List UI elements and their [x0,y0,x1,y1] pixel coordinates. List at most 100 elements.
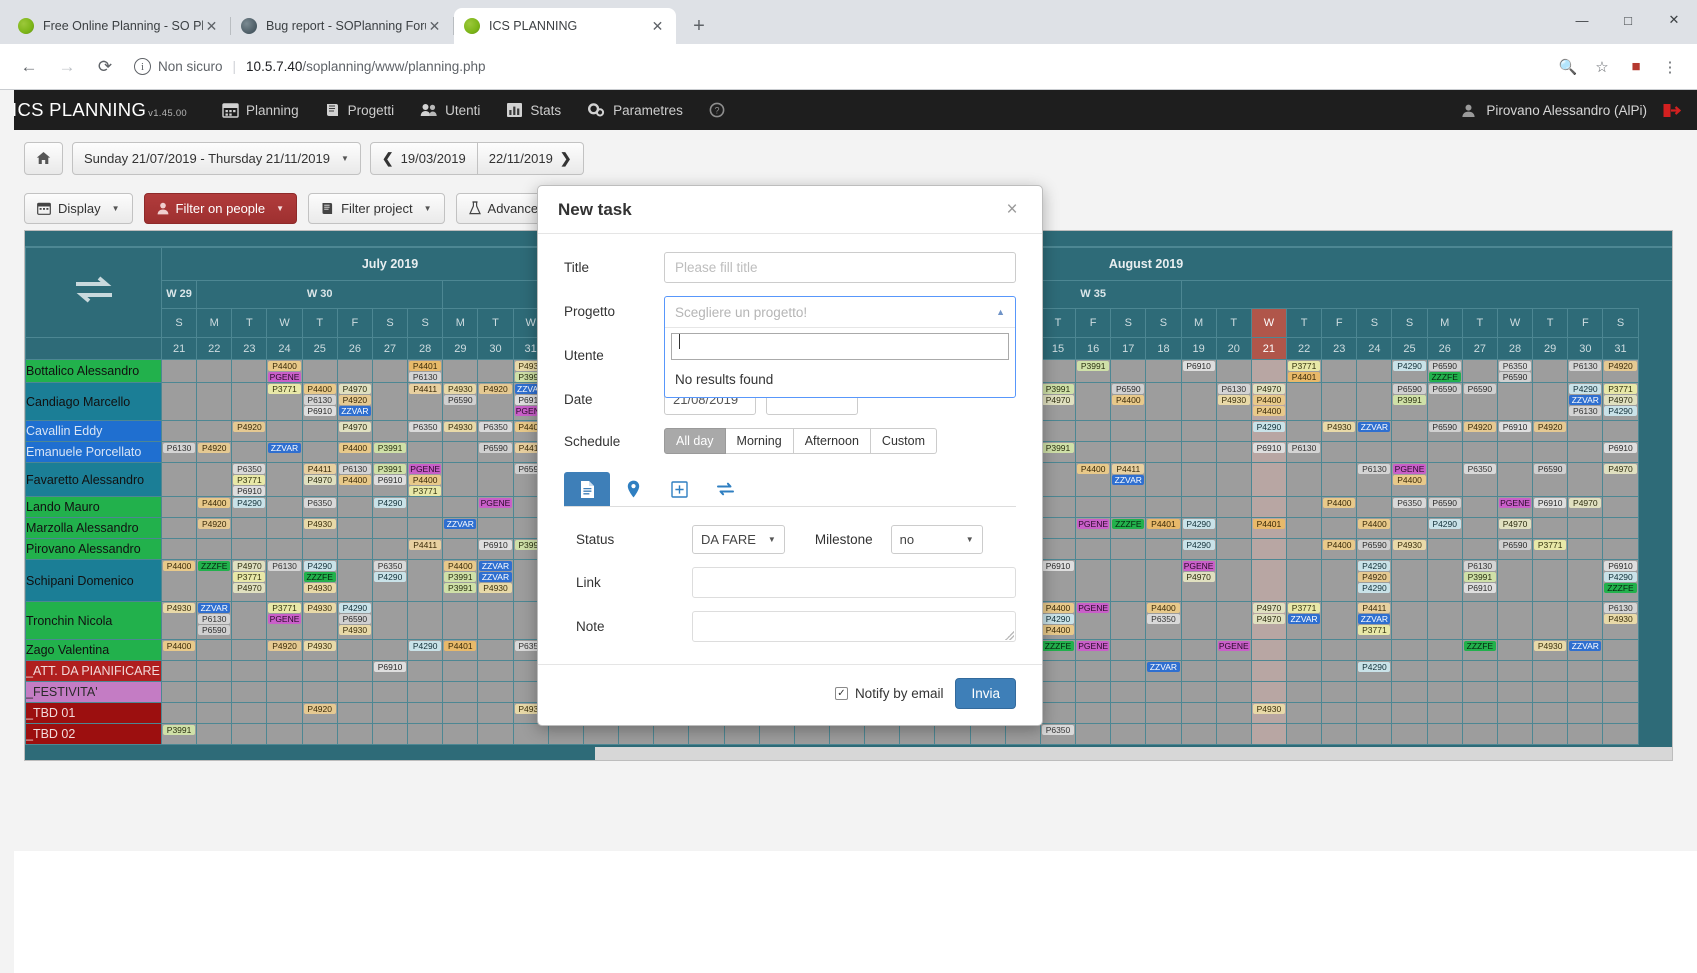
task-cell[interactable] [372,360,407,383]
task-cell[interactable] [232,640,267,661]
task-cell[interactable]: P6130 [1568,360,1603,383]
resource-name-cell[interactable]: Zago Valentina [26,640,162,661]
task-cell[interactable] [267,463,302,497]
task-cell[interactable]: P3771P4401 [1287,360,1322,383]
task-cell[interactable]: P6350P4290 [372,560,407,602]
task-chip[interactable]: P4930 [444,422,476,432]
resource-name-cell[interactable]: _TBD 01 [26,703,162,724]
task-cell[interactable]: P6590 [1357,539,1392,560]
task-cell[interactable] [478,360,513,383]
task-cell[interactable] [1533,360,1568,383]
task-chip[interactable]: P3771 [1288,603,1320,613]
task-cell[interactable] [1181,383,1216,421]
task-cell[interactable] [1287,539,1322,560]
task-cell[interactable] [232,518,267,539]
app-brand[interactable]: ICS PLANNINGv1.45.00 [12,99,187,121]
task-cell[interactable]: PGENE [1076,602,1111,640]
task-cell[interactable] [443,602,478,640]
menu-icon[interactable]: ⋮ [1655,52,1685,82]
task-cell[interactable] [1568,539,1603,560]
task-cell[interactable] [1181,682,1216,703]
tab-add[interactable] [656,472,702,506]
task-cell[interactable] [900,724,935,745]
task-cell[interactable] [1392,560,1427,602]
task-cell[interactable] [1111,442,1146,463]
task-cell[interactable] [1040,661,1075,682]
task-cell[interactable]: P4411 [408,539,443,560]
task-cell[interactable]: P4920 [197,442,232,463]
task-cell[interactable] [337,539,372,560]
task-cell[interactable]: ZZZFE [1040,640,1075,661]
task-cell[interactable] [1146,463,1181,497]
task-cell[interactable] [1111,497,1146,518]
task-cell[interactable] [267,497,302,518]
next-period-button[interactable]: 22/11/2019 ❯ [478,142,584,175]
task-chip[interactable]: P6590 [1534,464,1566,474]
task-cell[interactable]: P6350 [1462,463,1497,497]
task-cell[interactable] [1216,539,1251,560]
task-cell[interactable] [1040,539,1075,560]
task-cell[interactable] [372,703,407,724]
task-cell[interactable] [408,682,443,703]
close-icon[interactable]: ✕ [203,18,220,35]
task-cell[interactable] [1568,442,1603,463]
task-cell[interactable] [1603,703,1638,724]
task-cell[interactable]: ZZVAR [1357,421,1392,442]
task-chip[interactable]: P4400 [268,361,300,371]
task-cell[interactable] [1216,360,1251,383]
task-cell[interactable]: PGENE [1497,497,1532,518]
task-cell[interactable] [372,724,407,745]
task-cell[interactable]: P3991 [1076,360,1111,383]
close-window-icon[interactable]: ✕ [1651,0,1697,40]
task-cell[interactable] [865,724,900,745]
task-chip[interactable]: P4920 [268,641,300,651]
task-chip[interactable]: P4290 [1429,519,1461,529]
task-cell[interactable] [1462,724,1497,745]
task-chip[interactable]: P6130 [1569,406,1601,416]
task-cell[interactable] [1427,640,1462,661]
task-cell[interactable] [1040,497,1075,518]
close-icon[interactable]: ✕ [426,18,443,35]
task-cell[interactable] [1533,724,1568,745]
task-chip[interactable]: P4290 [1358,662,1390,672]
task-cell[interactable] [1427,560,1462,602]
task-cell[interactable] [197,661,232,682]
task-cell[interactable] [1533,442,1568,463]
task-chip[interactable]: P4970 [1604,464,1636,474]
task-cell[interactable] [1287,518,1322,539]
task-chip[interactable]: P4920 [1464,422,1496,432]
task-chip[interactable]: ZZVAR [1358,614,1390,624]
task-cell[interactable] [1533,560,1568,602]
resource-name-cell[interactable]: _FESTIVITA' [26,682,162,703]
search-icon[interactable]: 🔍 [1553,52,1583,82]
task-chip[interactable]: P6590 [198,625,230,635]
task-chip[interactable]: P4970 [339,422,371,432]
task-cell[interactable] [1076,560,1111,602]
task-cell[interactable] [1497,463,1532,497]
task-cell[interactable]: P4400 [162,560,197,602]
horizontal-scrollbar[interactable] [25,747,1672,760]
task-cell[interactable] [443,539,478,560]
task-cell[interactable] [1462,518,1497,539]
task-chip[interactable]: P6350 [479,422,511,432]
task-cell[interactable]: P3991 [372,442,407,463]
task-cell[interactable] [1287,560,1322,602]
task-cell[interactable] [1040,518,1075,539]
task-cell[interactable]: PGENE [478,497,513,518]
task-cell[interactable]: P4920 [267,640,302,661]
task-cell[interactable] [513,724,548,745]
task-chip[interactable]: P4970 [233,583,265,593]
task-cell[interactable] [1040,360,1075,383]
task-cell[interactable]: ZZVAR [1568,640,1603,661]
task-cell[interactable] [1462,539,1497,560]
task-cell[interactable]: P4930 [162,602,197,640]
task-cell[interactable] [443,360,478,383]
task-cell[interactable] [478,703,513,724]
task-cell[interactable] [1251,682,1286,703]
task-cell[interactable]: ZZVAR [1146,661,1181,682]
task-cell[interactable] [1462,703,1497,724]
task-chip[interactable]: P6130 [198,614,230,624]
task-cell[interactable] [302,360,337,383]
task-chip[interactable]: P6590 [1499,540,1531,550]
task-cell[interactable] [162,518,197,539]
